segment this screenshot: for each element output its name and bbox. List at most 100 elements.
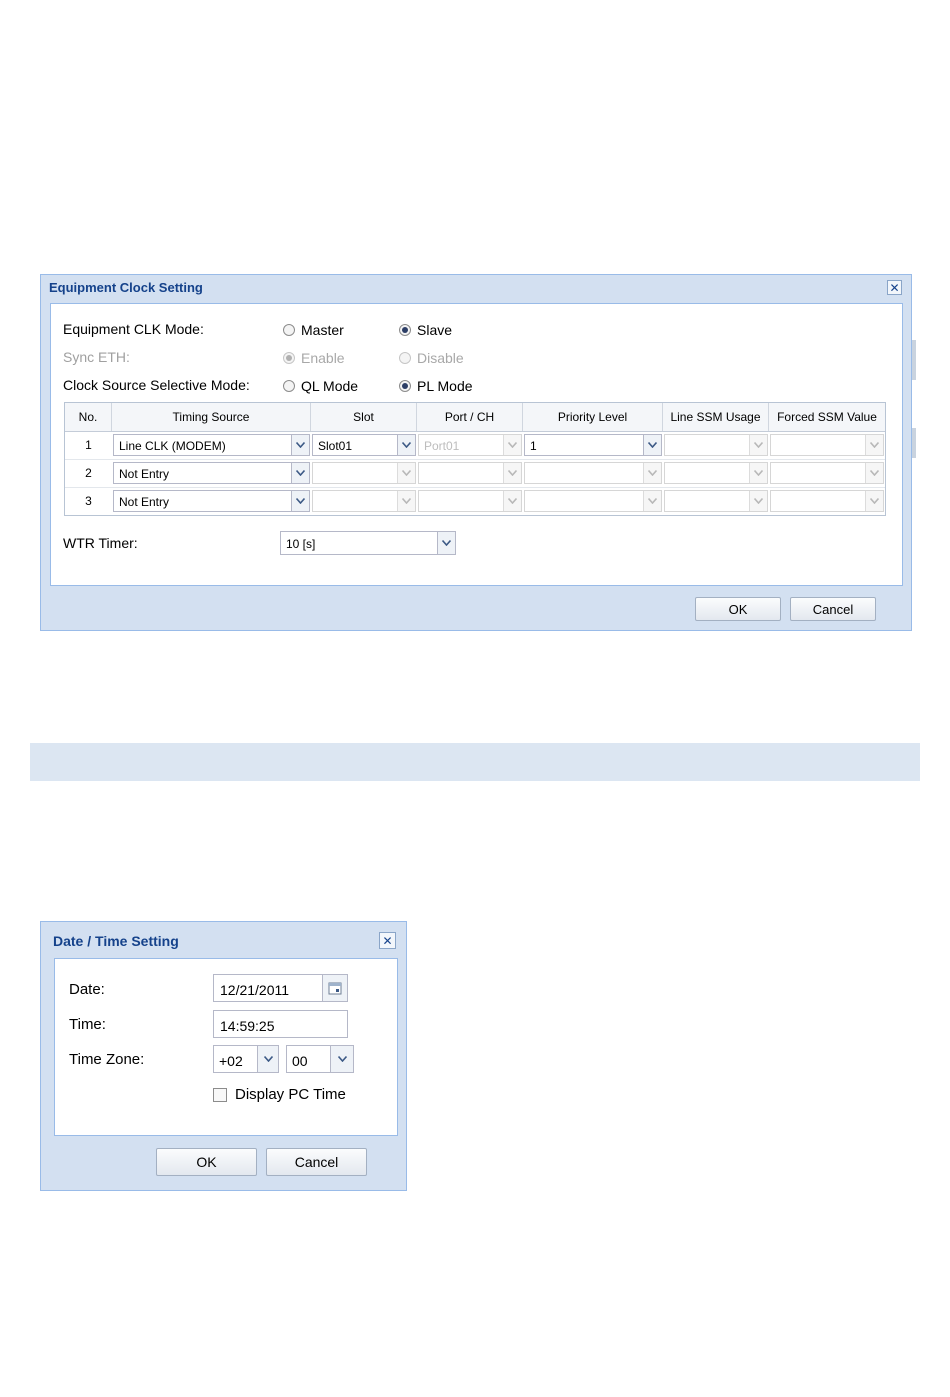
radio-dot	[399, 352, 411, 364]
display-pc-time-checkbox[interactable]: Display PC Time	[213, 1086, 346, 1103]
forced-ssm-value-combo	[770, 490, 884, 512]
date-time-setting-dialog: Date / Time Setting ✕ Date: 12/21/2011 T…	[40, 921, 407, 1191]
sync-eth-label: Sync ETH:	[63, 349, 130, 365]
radio-label: Master	[301, 322, 344, 338]
chevron-down-icon	[397, 491, 415, 511]
time-zone-label: Time Zone:	[69, 1051, 145, 1068]
chevron-down-icon[interactable]	[291, 435, 309, 455]
chevron-down-icon[interactable]	[291, 463, 309, 483]
table-row: 3 Not Entry	[65, 487, 885, 515]
combo-value: +02	[219, 1053, 243, 1069]
radio-pl-mode[interactable]: PL Mode	[399, 378, 473, 394]
line-ssm-usage-combo	[664, 462, 768, 484]
chevron-down-icon[interactable]	[643, 435, 661, 455]
date-field[interactable]: 12/21/2011	[213, 974, 348, 1002]
wtr-timer-label: WTR Timer:	[63, 535, 138, 551]
chevron-down-icon[interactable]	[397, 435, 415, 455]
timing-source-combo[interactable]: Line CLK (MODEM)	[113, 434, 310, 456]
source-mode-label: Clock Source Selective Mode:	[63, 377, 250, 393]
chevron-down-icon	[397, 463, 415, 483]
row-number: 3	[85, 494, 92, 508]
line-ssm-usage-combo	[664, 434, 768, 456]
combo-value: Slot01	[318, 439, 353, 453]
chevron-down-icon	[865, 463, 883, 483]
priority-level-combo	[524, 490, 662, 512]
column-header-line-ssm-usage[interactable]: Line SSM Usage	[663, 403, 769, 431]
calendar-icon[interactable]	[322, 975, 347, 1001]
chevron-down-icon[interactable]	[257, 1046, 278, 1072]
column-header-priority-level[interactable]: Priority Level	[523, 403, 663, 431]
background-window-edge	[912, 428, 916, 458]
clk-mode-label: Equipment CLK Mode:	[63, 321, 204, 337]
cancel-button[interactable]: Cancel	[790, 597, 876, 621]
column-header-forced-ssm-value[interactable]: Forced SSM Value	[769, 403, 885, 431]
checkbox-label: Display PC Time	[235, 1086, 346, 1103]
forced-ssm-value-combo	[770, 434, 884, 456]
radio-slave[interactable]: Slave	[399, 322, 452, 338]
chevron-down-icon	[865, 491, 883, 511]
column-header-no[interactable]: No.	[65, 403, 112, 431]
radio-ql-mode[interactable]: QL Mode	[283, 378, 358, 394]
chevron-down-icon	[749, 435, 767, 455]
priority-level-combo[interactable]: 1	[524, 434, 662, 456]
chevron-down-icon[interactable]	[330, 1046, 353, 1072]
timing-source-grid: No. Timing Source Slot Port / CH Priorit…	[64, 402, 886, 516]
radio-label: Slave	[417, 322, 453, 338]
close-icon[interactable]: ✕	[379, 932, 396, 949]
chevron-down-icon	[643, 463, 661, 483]
table-row: 2 Not Entry	[65, 459, 885, 488]
slot-combo[interactable]: Slot01	[312, 434, 416, 456]
combo-value: 00	[292, 1053, 308, 1069]
combo-value: 1	[530, 439, 537, 453]
date-value: 12/21/2011	[220, 982, 290, 998]
row-number: 1	[85, 438, 92, 452]
column-header-timing-source[interactable]: Timing Source	[112, 403, 311, 431]
radio-dot	[399, 324, 411, 336]
dialog-title: Equipment Clock Setting	[49, 280, 203, 295]
radio-label: QL Mode	[301, 378, 359, 394]
radio-label: Disable	[417, 350, 464, 366]
checkbox-box[interactable]	[213, 1087, 227, 1102]
column-header-slot[interactable]: Slot	[311, 403, 417, 431]
chevron-down-icon	[503, 435, 521, 455]
forced-ssm-value-combo	[770, 462, 884, 484]
combo-value: Line CLK (MODEM)	[119, 439, 226, 453]
chevron-down-icon	[643, 491, 661, 511]
chevron-down-icon[interactable]	[291, 491, 309, 511]
grid-header: No. Timing Source Slot Port / CH Priorit…	[65, 403, 885, 432]
port-combo	[418, 490, 522, 512]
timing-source-combo[interactable]: Not Entry	[113, 490, 310, 512]
chevron-down-icon	[865, 435, 883, 455]
dialog-title: Date / Time Setting	[53, 933, 179, 949]
chevron-down-icon	[503, 463, 521, 483]
priority-level-combo	[524, 462, 662, 484]
radio-dot	[283, 324, 295, 336]
timing-source-combo[interactable]: Not Entry	[113, 462, 310, 484]
section-separator-band	[30, 743, 920, 781]
time-zone-hour-combo[interactable]: +02	[213, 1045, 279, 1073]
radio-disable: Disable	[399, 350, 464, 366]
ok-button[interactable]: OK	[156, 1148, 257, 1176]
port-combo	[418, 462, 522, 484]
radio-dot	[283, 352, 295, 364]
close-icon[interactable]: ✕	[887, 280, 902, 295]
slot-combo	[312, 462, 416, 484]
column-header-port-ch[interactable]: Port / CH	[417, 403, 523, 431]
background-window-edge	[912, 340, 916, 380]
wtr-timer-combo[interactable]: 10 [s]	[280, 531, 456, 555]
dialog-body: Equipment CLK Mode: Master Slave Sync ET…	[50, 303, 903, 586]
radio-enable: Enable	[283, 350, 345, 366]
port-combo: Port01	[418, 434, 522, 456]
dialog-body: Date: 12/21/2011 Time: 14:59:25 Time Zon…	[54, 958, 398, 1136]
equipment-clock-setting-dialog: Equipment Clock Setting ✕ Equipment CLK …	[40, 274, 912, 631]
time-field[interactable]: 14:59:25	[213, 1010, 348, 1038]
radio-dot	[283, 380, 295, 392]
chevron-down-icon[interactable]	[437, 532, 455, 554]
date-label: Date:	[69, 981, 105, 998]
cancel-button[interactable]: Cancel	[266, 1148, 367, 1176]
time-zone-minute-combo[interactable]: 00	[286, 1045, 354, 1073]
table-row: 1 Line CLK (MODEM) Slot01 Port01 1	[65, 431, 885, 460]
ok-button[interactable]: OK	[695, 597, 781, 621]
radio-label: PL Mode	[417, 378, 473, 394]
radio-master[interactable]: Master	[283, 322, 344, 338]
